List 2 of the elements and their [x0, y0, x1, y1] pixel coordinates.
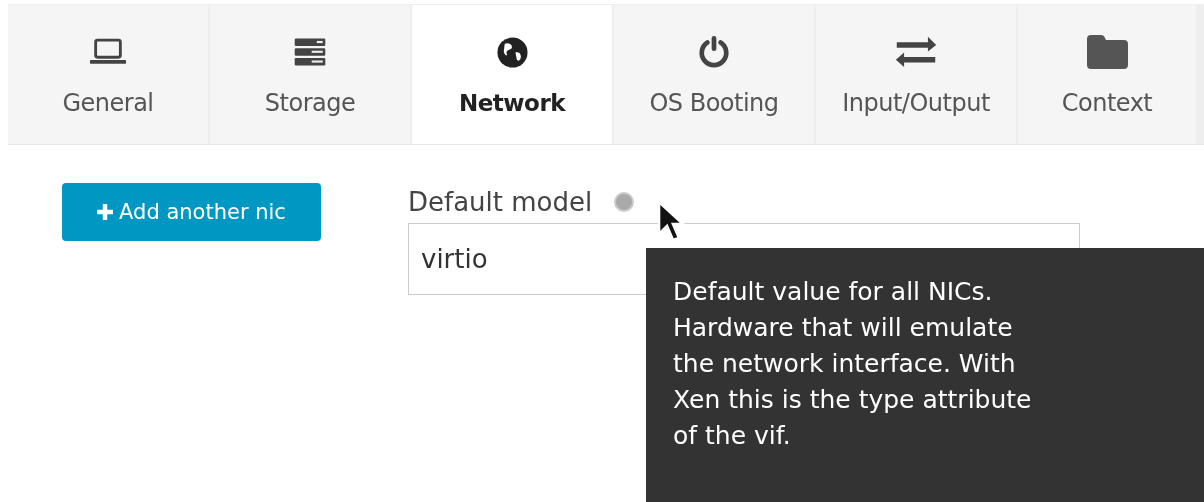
tooltip-text: Default value for all NICs. Hardware that will emulate the network interface. With Xen this is the type attribute of the vif. — [673, 276, 1033, 452]
field-label: Default model — [408, 187, 593, 217]
